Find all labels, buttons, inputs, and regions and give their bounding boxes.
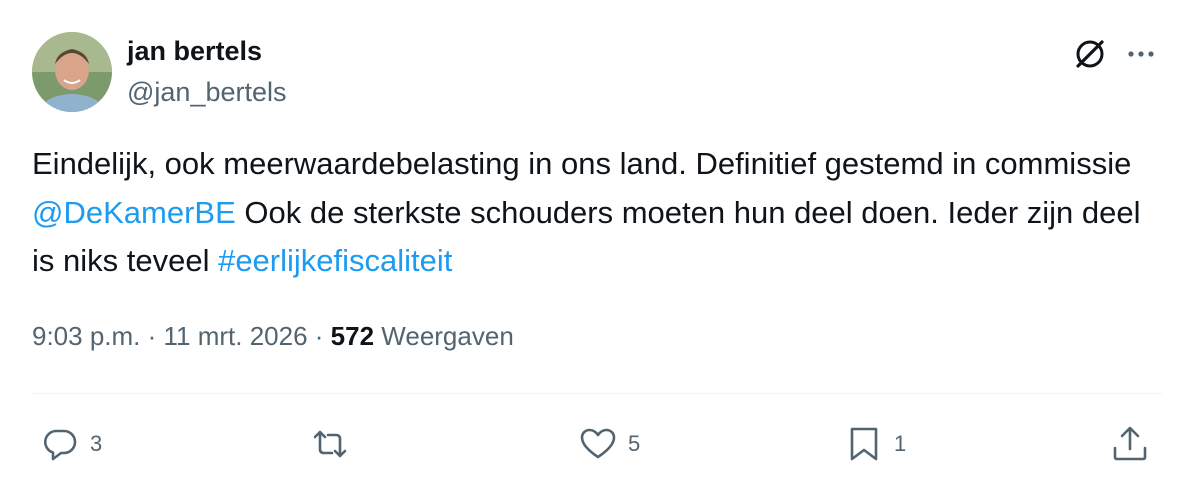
post-time[interactable]: 9:03 p.m. <box>32 321 140 351</box>
hashtag-link[interactable]: #eerlijkefiscaliteit <box>218 243 452 278</box>
like-button[interactable]: 5 <box>578 422 640 466</box>
author-name[interactable]: jan bertels <box>127 36 262 67</box>
post-meta: 9:03 p.m. · 11 mrt. 2026 · 572 Weergaven <box>32 321 514 352</box>
reply-count: 3 <box>90 431 103 456</box>
heart-icon <box>580 428 616 459</box>
meta-separator: · <box>140 321 164 351</box>
author-handle[interactable]: @jan_bertels <box>127 77 287 108</box>
mention-link[interactable]: @DeKamerBE <box>32 195 236 230</box>
reply-button[interactable]: 3 <box>40 422 102 466</box>
share-button[interactable] <box>1110 422 1150 466</box>
post-text-part1: Eindelijk, ook meerwaardebelasting in on… <box>32 146 1132 181</box>
repost-button[interactable] <box>310 422 350 466</box>
views-count[interactable]: 572 <box>331 321 374 351</box>
share-icon <box>1113 426 1147 461</box>
post-text: Eindelijk, ook meerwaardebelasting in on… <box>32 140 1162 286</box>
divider <box>32 393 1162 394</box>
grok-icon[interactable] <box>1070 34 1110 74</box>
avatar[interactable] <box>32 32 112 112</box>
reply-icon <box>44 429 77 461</box>
like-count: 5 <box>628 431 641 456</box>
bookmark-count: 1 <box>894 431 907 456</box>
post-date[interactable]: 11 mrt. 2026 <box>164 321 308 351</box>
repost-icon <box>313 430 347 458</box>
more-icon[interactable] <box>1121 34 1161 74</box>
meta-separator: · <box>307 321 331 351</box>
bookmark-button[interactable]: 1 <box>844 422 906 466</box>
views-label[interactable]: Weergaven <box>374 321 514 351</box>
bookmark-icon <box>850 427 878 461</box>
